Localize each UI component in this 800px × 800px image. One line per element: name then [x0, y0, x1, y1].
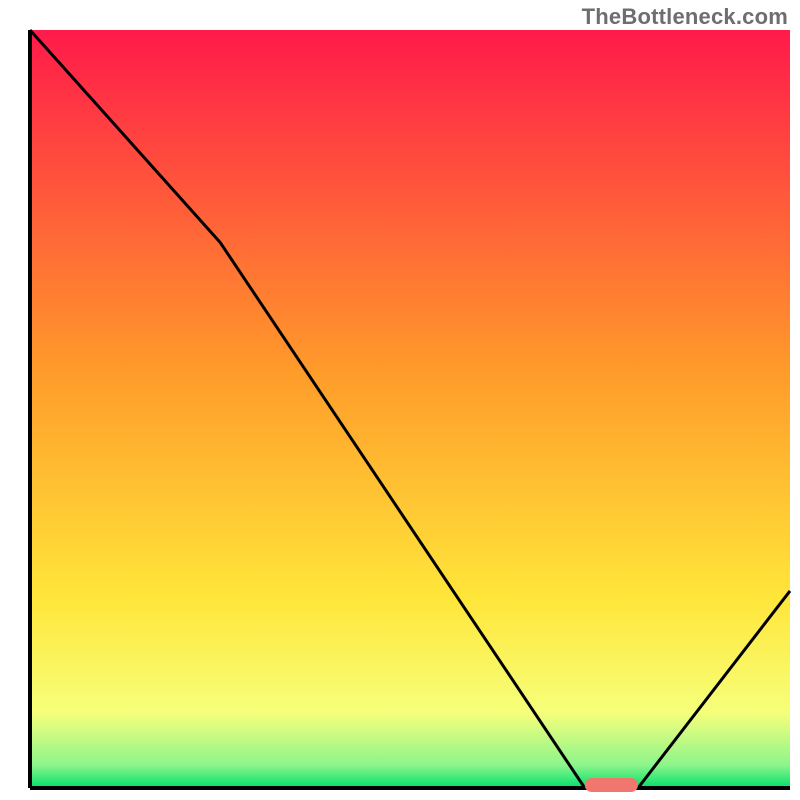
- chart-container: TheBottleneck.com: [0, 0, 800, 800]
- bottleneck-chart: [0, 0, 800, 800]
- chart-background: [30, 30, 790, 788]
- optimal-range-marker: [585, 778, 638, 792]
